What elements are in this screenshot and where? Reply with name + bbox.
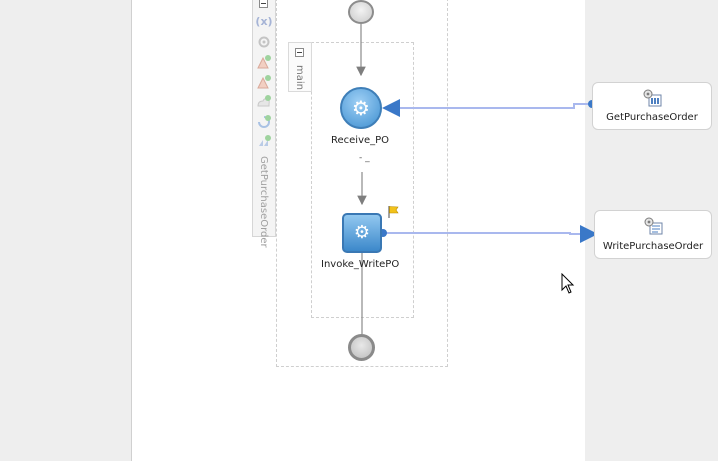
flag-icon[interactable] (387, 205, 401, 219)
process-start-node[interactable] (348, 0, 374, 24)
gear-icon: ⚙ (353, 222, 371, 243)
partner-link-label: GetPurchaseOrder (606, 112, 698, 123)
invoke-activity-label: Invoke_WritePO (321, 259, 400, 270)
mouse-cursor (561, 273, 575, 294)
invoke-activity[interactable]: ⚙ (342, 213, 382, 253)
receive-activity[interactable]: ⚙ (340, 87, 382, 129)
partner-link-writepurchaseorder[interactable]: WritePurchaseOrder (594, 210, 712, 259)
service-icon (643, 89, 662, 107)
connector-caption: - _ (359, 153, 370, 163)
receive-activity-label: Receive_PO (331, 135, 390, 146)
service-icon (644, 217, 663, 235)
gear-icon: ⚙ (352, 96, 370, 120)
partner-link-label: WritePurchaseOrder (602, 241, 704, 252)
process-end-node[interactable] (348, 334, 375, 361)
partner-link-getpurchaseorder[interactable]: GetPurchaseOrder (592, 82, 712, 130)
